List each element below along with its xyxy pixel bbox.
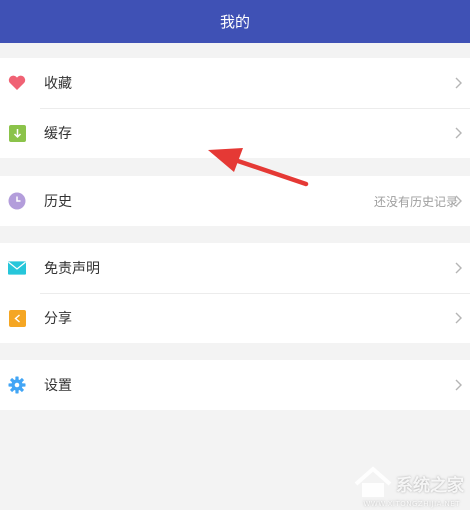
history-empty-hint: 还没有历史记录: [373, 194, 458, 209]
share-icon: [8, 309, 26, 327]
clock-icon: [8, 192, 26, 210]
house-logo-icon: [354, 466, 392, 497]
heart-icon: [8, 74, 26, 92]
chevron-right-icon: [455, 379, 462, 391]
menu-group-info: 免责声明 分享: [0, 243, 470, 343]
chevron-right-icon: [455, 195, 462, 207]
chevron-right-icon: [455, 127, 462, 139]
chevron-right-icon: [455, 262, 462, 274]
menu-item-favorites[interactable]: 收藏: [0, 58, 470, 108]
menu-group-collection: 收藏 缓存: [0, 58, 470, 158]
page-title: 我的: [219, 13, 250, 31]
watermark-logo: 系统之家 WWW.XITONGZHIJIA.NET: [354, 466, 464, 508]
menu-item-label: 收藏: [44, 76, 72, 92]
envelope-icon: [8, 259, 26, 277]
menu-group-history: 历史 还没有历史记录: [0, 176, 470, 226]
menu-item-disclaimer[interactable]: 免责声明: [0, 243, 470, 293]
watermark-url: WWW.XITONGZHIJIA.NET: [363, 500, 460, 508]
menu-item-label: 缓存: [44, 126, 72, 142]
menu-item-settings[interactable]: 设置: [0, 360, 470, 410]
chevron-right-icon: [455, 77, 462, 89]
menu-item-label: 历史: [44, 194, 72, 210]
download-icon: [8, 124, 26, 142]
menu-group-settings: 设置: [0, 360, 470, 410]
title-bar: 我的: [0, 0, 470, 43]
menu-item-share[interactable]: 分享: [0, 293, 470, 343]
menu-item-label: 设置: [44, 378, 72, 394]
chevron-right-icon: [455, 312, 462, 324]
menu-item-history[interactable]: 历史 还没有历史记录: [0, 176, 470, 226]
menu-item-label: 免责声明: [44, 261, 100, 277]
menu-item-cache[interactable]: 缓存: [0, 108, 470, 158]
watermark-text: 系统之家: [396, 475, 464, 496]
menu-item-label: 分享: [44, 311, 72, 327]
gear-icon: [8, 376, 26, 394]
